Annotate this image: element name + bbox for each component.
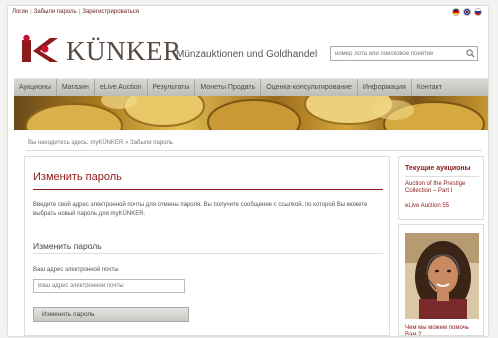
- nav-item-appraisal[interactable]: Оценка-консультирование: [261, 78, 358, 97]
- current-auctions-title: Текущие аукционы: [405, 165, 471, 172]
- nav-item-contact[interactable]: Контакт: [412, 79, 447, 97]
- email-label: Ваш адрес электронной почты: [33, 267, 119, 273]
- current-auctions-box: Текущие аукционы Auction of the Prestige…: [398, 156, 484, 220]
- topbar-separator: |: [30, 9, 32, 15]
- auction-link-elive[interactable]: eLive Auction 55: [405, 203, 449, 209]
- nav-item-elive-auction[interactable]: eLive Auction: [95, 78, 148, 97]
- change-password-button[interactable]: Изменить пароль: [33, 307, 189, 322]
- top-utility-bar: Логин | Забыли пароль | Зарегистрироваться: [8, 6, 488, 18]
- title-divider: [33, 189, 383, 190]
- gold-coins-image: [25, 96, 485, 130]
- email-field[interactable]: [33, 279, 185, 293]
- page-title: Изменить пароль: [33, 171, 122, 183]
- breadcrumb-separator: »: [125, 140, 129, 146]
- logo-text[interactable]: KÜNKER: [66, 36, 182, 67]
- nav-item-shop[interactable]: Магазин: [57, 78, 95, 97]
- nav-item-results[interactable]: Результаты: [148, 78, 196, 97]
- section-divider: [33, 253, 383, 254]
- search-input[interactable]: [330, 46, 478, 61]
- russian-flag-icon[interactable]: [474, 8, 482, 16]
- help-box: Чем мы можем помочь Вам ?: [398, 224, 484, 336]
- auction-link-prestige[interactable]: Auction of the Prestige Collection – Par…: [405, 181, 481, 195]
- main-content-panel: Изменить пароль Введите свой адрес элект…: [24, 156, 390, 336]
- register-link[interactable]: Зарегистрироваться: [82, 9, 139, 15]
- main-navigation: Аукционы Магазин eLive Auction Результат…: [14, 78, 488, 97]
- nav-item-sell-coins[interactable]: Монеты Продать: [195, 78, 262, 97]
- section-title: Изменить пароль: [33, 241, 102, 251]
- language-flags: [452, 8, 482, 16]
- search-icon[interactable]: [466, 49, 475, 58]
- kuenker-logo-icon[interactable]: [20, 34, 60, 64]
- gold-coins-banner: [14, 96, 488, 130]
- nav-item-auctions[interactable]: Аукционы: [14, 78, 57, 97]
- support-agent-photo[interactable]: [405, 233, 479, 319]
- header: KÜNKER Münzauktionen und Goldhandel: [8, 20, 488, 82]
- nav-item-information[interactable]: Информация: [358, 78, 412, 97]
- login-link[interactable]: Логин: [12, 9, 28, 15]
- logo-subtitle: Münzauktionen und Goldhandel: [176, 49, 318, 60]
- help-caption[interactable]: Чем мы можем помочь Вам ?: [405, 325, 481, 335]
- browser-page: Логин | Забыли пароль | Зарегистрироваться K…: [8, 6, 488, 336]
- divider: [26, 150, 482, 151]
- breadcrumb-current: Забыли пароль: [130, 140, 174, 146]
- german-flag-icon[interactable]: [452, 8, 460, 16]
- forgot-password-link[interactable]: Забыли пароль: [34, 9, 77, 15]
- intro-text: Введите свой адрес электронной почты для…: [33, 202, 368, 217]
- topbar-separator: |: [78, 9, 81, 15]
- british-flag-icon[interactable]: [463, 8, 471, 16]
- sidebar-divider: [405, 176, 479, 177]
- breadcrumb: Вы находитесь здесь: myKÜNKER » Забыли п…: [28, 140, 173, 146]
- breadcrumb-home[interactable]: Вы находитесь здесь: myKÜNKER: [28, 140, 123, 146]
